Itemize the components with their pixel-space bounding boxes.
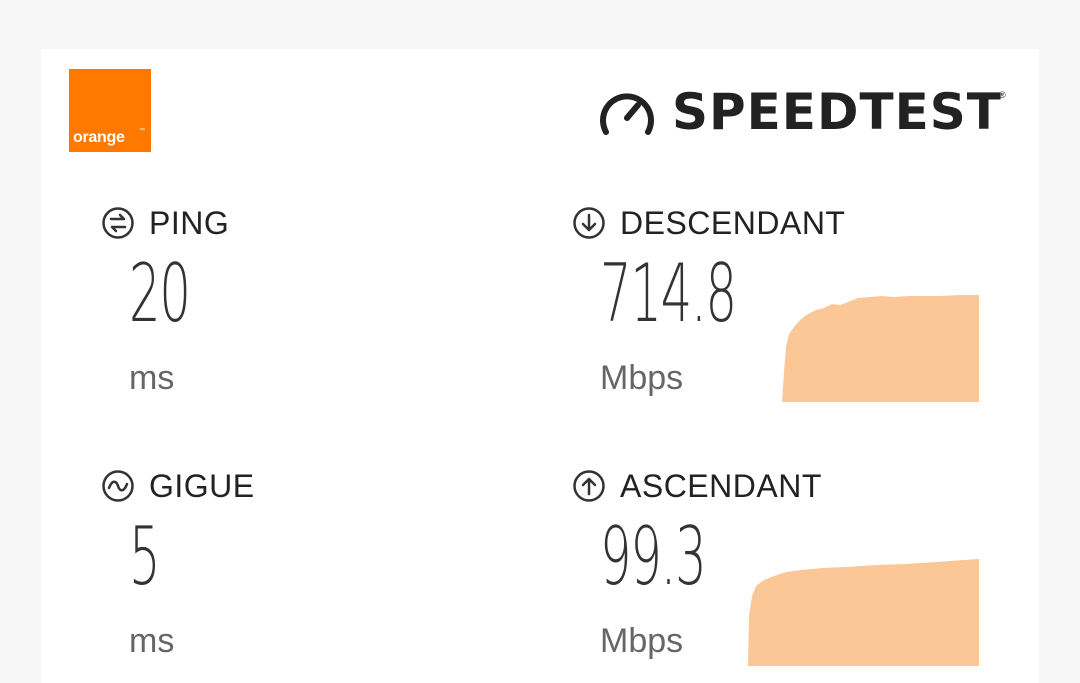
download-arrow-icon xyxy=(573,207,605,239)
download-value: 714.8 xyxy=(600,247,737,340)
upload-arrow-icon xyxy=(573,470,605,502)
download-speed-graph xyxy=(782,295,979,402)
ping-label: PING xyxy=(149,205,230,241)
download-unit: Mbps xyxy=(600,359,684,397)
ping-icon xyxy=(102,207,134,239)
upload-value: 99.3 xyxy=(600,510,707,603)
speedometer-icon xyxy=(600,93,654,135)
orange-logo-text: orange xyxy=(73,129,125,146)
ping-value: 20 xyxy=(129,247,191,340)
download-label: DESCENDANT xyxy=(620,205,846,241)
upload-label: ASCENDANT xyxy=(620,468,822,504)
speedtest-logo: SPEEDTEST ® xyxy=(598,84,1018,140)
ping-unit: ms xyxy=(129,359,175,397)
jitter-label: GIGUE xyxy=(149,468,255,504)
upload-unit: Mbps xyxy=(600,622,684,660)
speedtest-brand-name: SPEEDTEST xyxy=(672,83,1002,141)
jitter-icon xyxy=(102,470,134,502)
jitter-value: 5 xyxy=(129,510,161,603)
orange-logo: orange ™ xyxy=(69,69,151,152)
jitter-unit: ms xyxy=(129,622,175,660)
upload-speed-graph xyxy=(748,559,979,666)
